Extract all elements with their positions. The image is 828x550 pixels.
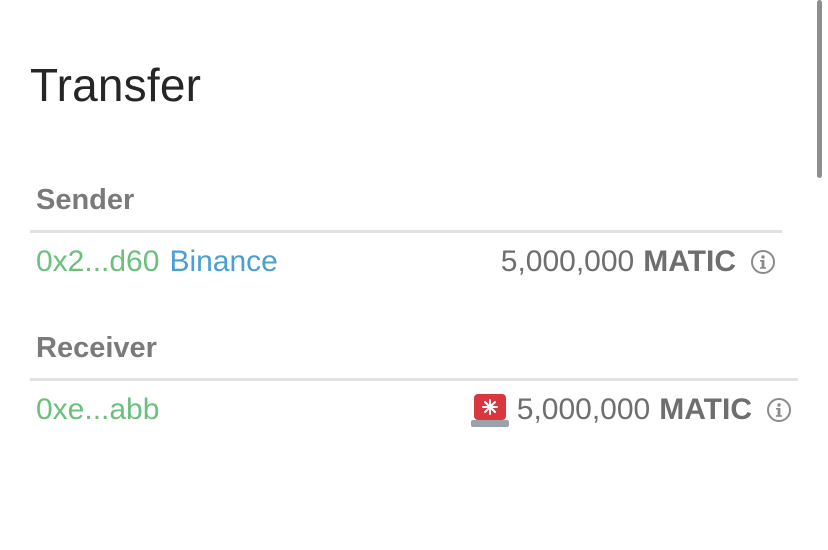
sender-address-link[interactable]: 0x2...d60: [36, 245, 159, 279]
siren-icon: [470, 392, 509, 428]
receiver-amount-unit: MATIC: [659, 393, 752, 426]
sender-label: Sender: [36, 184, 135, 216]
info-circle-icon[interactable]: [766, 397, 792, 423]
receiver-amount: 5,000,000 MATIC: [470, 390, 792, 430]
receiver-row: 0xe...abb: [36, 390, 159, 430]
scrollbar[interactable]: [817, 0, 822, 178]
receiver-amount-value: 5,000,000: [516, 393, 651, 426]
page-title: Transfer: [30, 59, 202, 111]
sender-row: 0x2...d60 Binance: [36, 242, 278, 282]
sender-amount-value: 5,000,000: [500, 245, 635, 278]
info-circle-icon[interactable]: [750, 249, 776, 275]
transfer-panel: Transfer Sender 0x2...d60 Binance 5,000,…: [0, 0, 828, 550]
sender-divider: [30, 230, 782, 233]
receiver-address-link[interactable]: 0xe...abb: [36, 393, 159, 427]
sender-entity-link[interactable]: Binance: [169, 245, 277, 279]
sender-amount-unit: MATIC: [643, 245, 736, 278]
receiver-divider: [30, 378, 798, 381]
sender-amount: 5,000,000 MATIC: [501, 242, 776, 282]
receiver-label: Receiver: [36, 332, 157, 364]
